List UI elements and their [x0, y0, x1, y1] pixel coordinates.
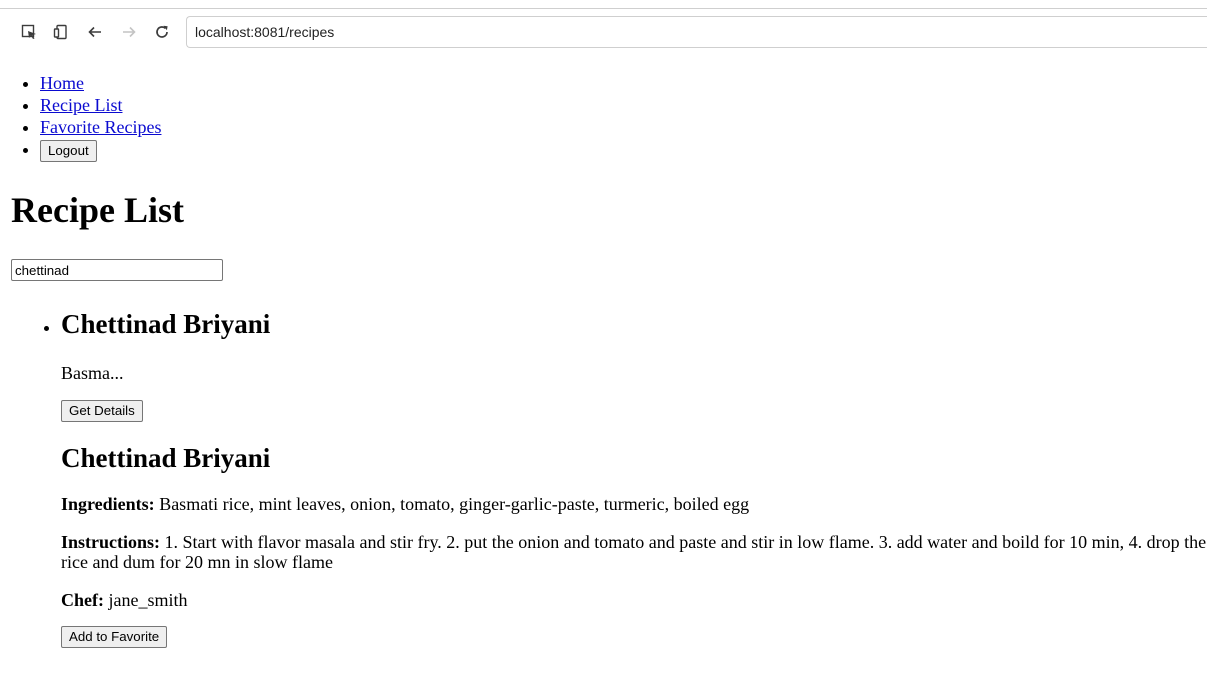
main-nav: Home Recipe List Favorite Recipes Logout: [0, 72, 161, 162]
forward-arrow-icon[interactable]: [118, 21, 140, 43]
page-title: Recipe List: [11, 190, 184, 230]
nav-item-logout: Logout: [40, 138, 161, 162]
nav-link-favorites[interactable]: Favorite Recipes: [40, 117, 161, 137]
search-input[interactable]: [11, 259, 223, 281]
instructions-row: Instructions: 1. Start with flavor masal…: [61, 532, 1207, 572]
instructions-value: 1. Start with flavor masala and stir fry…: [61, 532, 1207, 572]
nav-item-home: Home: [40, 72, 161, 94]
ingredients-value: Basmati rice, mint leaves, onion, tomato…: [159, 494, 750, 514]
logout-button[interactable]: Logout: [40, 140, 97, 162]
recipe-snippet: Basma...: [61, 363, 124, 383]
reload-icon[interactable]: [151, 21, 173, 43]
add-to-favorite-button[interactable]: Add to Favorite: [61, 626, 168, 648]
ingredients-row: Ingredients: Basmati rice, mint leaves, …: [61, 494, 1207, 514]
recipe-detail: Chettinad Briyani Ingredients: Basmati r…: [61, 440, 1207, 648]
address-bar[interactable]: localhost:8081/recipes: [186, 16, 1207, 48]
list-item: Chettinad Briyani Basma... Get Details C…: [61, 306, 1207, 648]
recipe-title: Chettinad Briyani: [61, 309, 271, 339]
chef-row: Chef: jane_smith: [61, 590, 1207, 610]
get-details-button[interactable]: Get Details: [61, 400, 143, 422]
nav-link-home[interactable]: Home: [40, 73, 84, 93]
recipe-results-list: Chettinad Briyani Basma... Get Details C…: [0, 306, 1207, 648]
chef-label: Chef:: [61, 590, 104, 610]
instructions-label: Instructions:: [61, 532, 161, 552]
back-arrow-icon[interactable]: [84, 21, 106, 43]
nav-link-recipe-list[interactable]: Recipe List: [40, 95, 122, 115]
chef-value: jane_smith: [108, 590, 188, 610]
device-toolbar-icon[interactable]: [50, 21, 72, 43]
nav-item-recipe-list: Recipe List: [40, 94, 161, 116]
browser-toolbar: localhost:8081/recipes: [0, 8, 1207, 55]
detail-title: Chettinad Briyani: [61, 443, 271, 473]
ingredients-label: Ingredients:: [61, 494, 155, 514]
nav-item-favorites: Favorite Recipes: [40, 116, 161, 138]
inspect-element-icon[interactable]: [18, 21, 40, 43]
